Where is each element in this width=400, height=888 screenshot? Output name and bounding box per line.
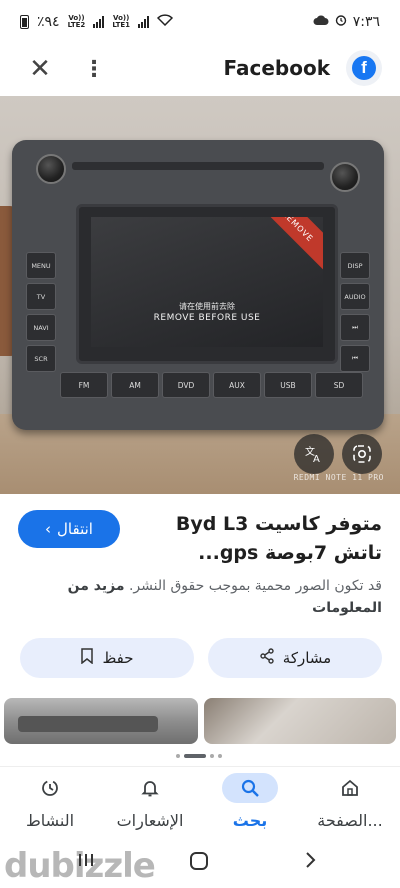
wifi-icon xyxy=(156,14,174,30)
left-side-buttons: MENU TV NAVI SCR xyxy=(26,252,56,372)
status-bar: ٪٩٤ Vo)) LTE2 Vo)) LTE1 ٧:٣٦ xyxy=(0,0,400,44)
recent-apps-icon[interactable] xyxy=(76,850,96,875)
battery-level: ٪٩٤ xyxy=(37,14,60,30)
volume-knob xyxy=(36,154,66,184)
signal-icon-2 xyxy=(138,16,150,28)
stereo-source-button: AUX xyxy=(213,372,261,398)
source-title[interactable]: Facebook xyxy=(223,56,330,80)
car-stereo-unit: MENU TV NAVI SCR DISP AUDIO ⏭ ⏮ REMOVE 请… xyxy=(12,140,384,430)
stereo-source-button: AM xyxy=(111,372,159,398)
stereo-button: TV xyxy=(26,283,56,310)
nav-notifications-label: الإشعارات xyxy=(116,811,184,830)
svg-text:A: A xyxy=(313,454,320,464)
lens-icon[interactable] xyxy=(342,434,382,474)
header-bar: ✕ ⋮ Facebook f xyxy=(0,44,400,94)
remove-tag: REMOVE xyxy=(249,217,323,275)
stereo-source-button: FM xyxy=(60,372,108,398)
facebook-icon: f xyxy=(352,56,376,80)
translate-icon[interactable]: 文A xyxy=(294,434,334,474)
right-side-buttons: DISP AUDIO ⏭ ⏮ xyxy=(340,252,370,372)
related-image-thumbnail[interactable] xyxy=(204,698,396,744)
nav-search-label: بحث xyxy=(232,811,268,830)
search-icon xyxy=(222,773,278,803)
stereo-screen-frame: REMOVE 请在使用前去除 REMOVE BEFORE USE xyxy=(76,204,338,364)
stereo-button: ⏭ xyxy=(340,314,370,341)
network-lte2-label: Vo)) LTE2 xyxy=(67,14,86,29)
alarm-icon xyxy=(335,14,347,30)
stereo-screen: REMOVE 请在使用前去除 REMOVE BEFORE USE xyxy=(91,217,323,347)
nav-notifications[interactable]: الإشعارات xyxy=(100,767,200,843)
stereo-source-button: SD xyxy=(315,372,363,398)
thumbnail-detail xyxy=(18,716,158,732)
facebook-logo-button[interactable]: f xyxy=(346,50,382,86)
nav-home-label: الصفحة... xyxy=(317,811,383,830)
status-right: ٧:٣٦ xyxy=(313,14,380,30)
stereo-button: DISP xyxy=(340,252,370,279)
screen-chinese-text: 请在使用前去除 xyxy=(179,302,235,311)
related-image-thumbnail[interactable] xyxy=(4,698,198,744)
share-label: مشاركة xyxy=(282,649,332,667)
stereo-button: ⏮ xyxy=(340,345,370,372)
share-icon xyxy=(259,648,275,668)
source-buttons: FM AM DVD AUX USB SD xyxy=(60,372,363,398)
screen-english-text: REMOVE BEFORE USE xyxy=(153,313,261,323)
chevron-left-icon: ‹ xyxy=(45,520,52,538)
stereo-button: MENU xyxy=(26,252,56,279)
share-button[interactable]: مشاركة xyxy=(208,638,382,678)
visit-button-label: انتقال xyxy=(57,520,93,538)
stereo-source-button: DVD xyxy=(162,372,210,398)
nav-home[interactable]: الصفحة... xyxy=(300,767,400,843)
system-navigation-bar: dubizzle xyxy=(0,842,400,888)
more-options-icon[interactable]: ⋮ xyxy=(76,51,112,87)
nav-activity-label: النشاط xyxy=(25,811,75,830)
activity-icon xyxy=(22,773,78,803)
page-indicator xyxy=(176,754,222,758)
signal-icon xyxy=(93,16,105,28)
bottom-navigation: الصفحة... بحث الإشعارات النشاط xyxy=(0,766,400,842)
copyright-notice: قد تكون الصور محمية بموجب حقوق النشر. مز… xyxy=(20,575,382,619)
bookmark-icon xyxy=(80,648,94,668)
visit-button[interactable]: ‹ انتقال xyxy=(18,510,120,548)
cloud-icon xyxy=(313,14,329,30)
nav-search[interactable]: بحث xyxy=(200,767,300,843)
nav-activity[interactable]: النشاط xyxy=(0,767,100,843)
result-title[interactable]: متوفر كاسيت Byd L3 تاتش 7بوصة gps... xyxy=(134,510,382,568)
save-button[interactable]: حفظ xyxy=(20,638,194,678)
tune-knob xyxy=(330,162,360,192)
bell-icon xyxy=(122,773,178,803)
camera-watermark: REDMI NOTE 11 PRO xyxy=(293,473,384,482)
result-image[interactable]: MENU TV NAVI SCR DISP AUDIO ⏭ ⏮ REMOVE 请… xyxy=(0,96,400,494)
home-button-icon[interactable] xyxy=(188,850,210,877)
copyright-text: قد تكون الصور محمية بموجب حقوق النشر. xyxy=(128,578,382,594)
status-left: ٪٩٤ Vo)) LTE2 Vo)) LTE1 xyxy=(20,14,174,30)
stereo-button: SCR xyxy=(26,345,56,372)
network-lte1-label: Vo)) LTE1 xyxy=(112,14,131,29)
home-icon xyxy=(322,773,378,803)
back-icon[interactable] xyxy=(300,850,320,875)
close-icon[interactable]: ✕ xyxy=(22,51,58,87)
stereo-button: NAVI xyxy=(26,314,56,341)
stereo-button: AUDIO xyxy=(340,283,370,310)
battery-icon xyxy=(20,15,29,29)
save-label: حفظ xyxy=(102,649,134,667)
stereo-source-button: USB xyxy=(264,372,312,398)
disc-slot xyxy=(72,162,324,170)
clock-time: ٧:٣٦ xyxy=(352,14,380,30)
